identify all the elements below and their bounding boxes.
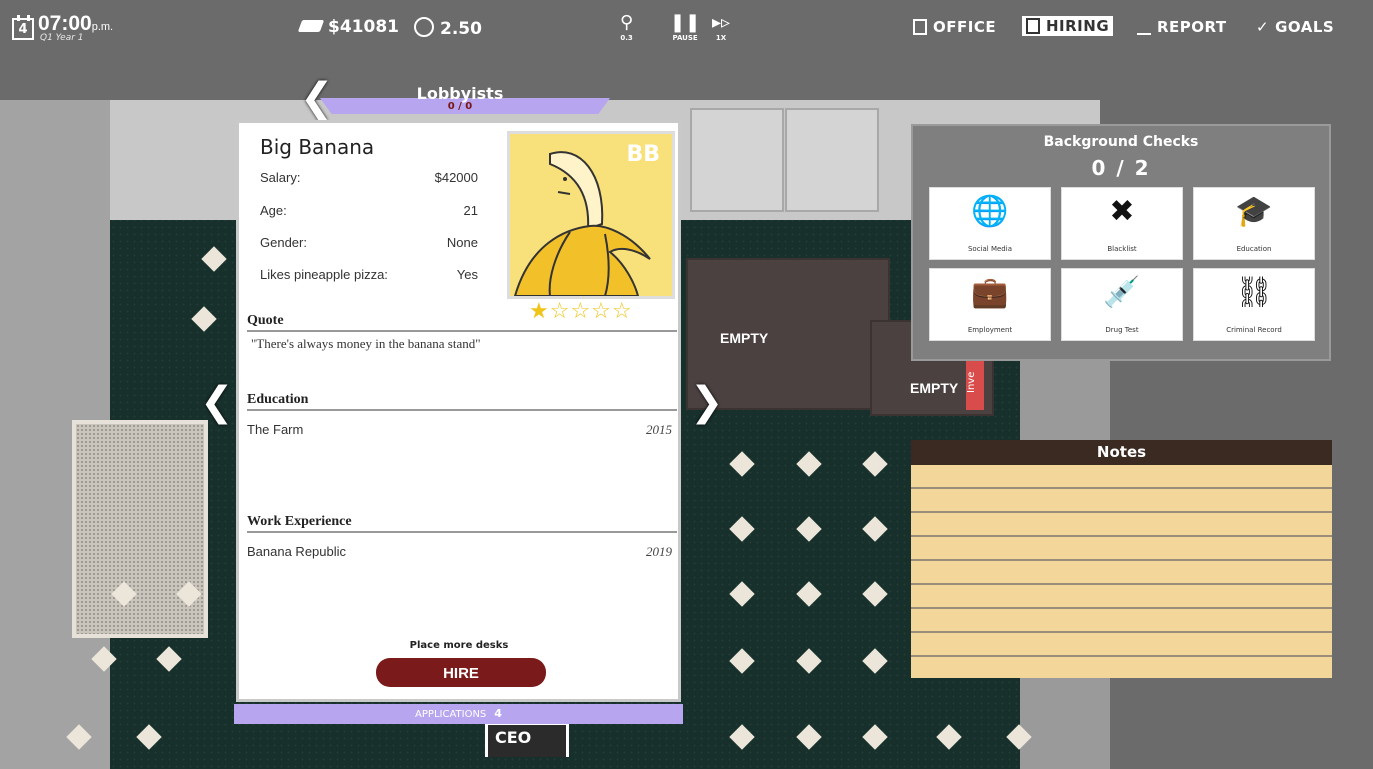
candidate-name: Big Banana (260, 135, 375, 159)
speed-label: 1X (715, 34, 727, 42)
pause-label: PAUSE (672, 34, 698, 42)
check-social-media[interactable]: 🌐 Social Media (929, 187, 1051, 260)
file-cabinet (785, 108, 879, 212)
department-tag: Inve (966, 355, 984, 410)
nav-report-label: REPORT (1157, 18, 1227, 36)
check-label: Blacklist (1107, 245, 1137, 253)
fast-forward-icon: ▸▹ (712, 12, 731, 33)
money-display: $41081 (297, 17, 399, 37)
check-label: Employment (967, 326, 1013, 334)
check-blacklist[interactable]: ✖ Blacklist (1061, 187, 1183, 260)
syringe-icon: 💉 (1103, 275, 1141, 310)
education-heading: Education (247, 392, 677, 411)
magnifier-icon: ⚲ (620, 12, 634, 33)
applications-label: APPLICATIONS (415, 709, 487, 720)
pause-icon: ❚❚ (670, 12, 701, 33)
nav-hiring[interactable]: HIRING (1022, 16, 1114, 36)
top-bar: 4 07:00p.m. Q1 Year 1 $41081 2.50 ⚲ 0.3 … (0, 0, 1373, 52)
background-checks-panel: Background Checks 0 / 2 🌐 Social Media ✖… (911, 124, 1331, 361)
blacklist-icon: ✖ (1109, 194, 1135, 229)
check-label: Social Media (967, 245, 1012, 253)
briefcase-icon: 💼 (971, 275, 1009, 310)
candidate-card: Big Banana Salary: $42000 Age: 21 Gender… (236, 120, 681, 702)
salary-label: Salary: (260, 170, 301, 185)
money-value: $41081 (328, 17, 399, 37)
age-value: 21 (463, 203, 478, 218)
zoom-button[interactable]: ⚲ 0.3 (620, 12, 633, 42)
work-year: 2019 (646, 544, 672, 559)
nav-report[interactable]: REPORT (1137, 18, 1227, 36)
work-heading: Work Experience (247, 514, 677, 533)
check-criminal-record[interactable]: ⛓ Criminal Record (1193, 268, 1315, 341)
ceo-label: CEO (495, 728, 532, 747)
cash-icon (297, 20, 325, 32)
checks-count: 0 / 2 (1091, 156, 1151, 180)
happiness-display: 2.50 (414, 17, 482, 39)
applications-count: 4 (494, 707, 502, 720)
calendar-icon: 4 (12, 15, 34, 40)
desk-status-label: EMPTY (910, 380, 959, 396)
salary-value: $42000 (434, 170, 478, 185)
document-icon (1026, 18, 1040, 34)
smiley-icon (414, 17, 434, 37)
nav-goals-label: GOALS (1275, 18, 1335, 36)
pizza-value: Yes (456, 267, 478, 282)
pizza-label: Likes pineapple pizza: (260, 267, 388, 282)
clock-ampm: p.m. (91, 21, 114, 33)
candidate-portrait: BB (507, 131, 675, 299)
globe-cursor-icon: 🌐 (971, 194, 1009, 229)
next-candidate-arrow[interactable]: ❯ (690, 382, 724, 422)
gender-label: Gender: (260, 235, 307, 250)
check-label: Drug Test (1105, 326, 1139, 334)
quarter-label: Q1 Year 1 (40, 33, 84, 43)
nav-hiring-label: HIRING (1046, 17, 1110, 35)
bar-chart-icon (1137, 19, 1151, 35)
office-building-icon (913, 19, 927, 35)
speed-button[interactable]: ▸▹ 1X (712, 12, 730, 42)
work-name: Banana Republic (247, 544, 347, 559)
notes-title: Notes (911, 440, 1332, 465)
check-education[interactable]: 🎓 Education (1193, 187, 1315, 260)
prev-category-arrow[interactable]: ❮ (300, 78, 334, 118)
zoom-value: 0.3 (620, 34, 633, 42)
category-count: 0 / 0 (447, 101, 473, 112)
desk-status-label: EMPTY (720, 330, 769, 346)
notes-panel: Notes (911, 440, 1332, 678)
hire-button[interactable]: HIRE (376, 658, 546, 687)
graduation-cap-icon: 🎓 (1235, 194, 1273, 229)
happiness-value: 2.50 (440, 19, 482, 39)
nav-office[interactable]: OFFICE (913, 18, 996, 36)
check-drug-test[interactable]: 💉 Drug Test (1061, 268, 1183, 341)
handcuffs-icon: ⛓ (1234, 275, 1274, 310)
check-label: Education (1236, 245, 1272, 253)
prev-candidate-arrow[interactable]: ❮ (200, 382, 234, 422)
pause-button[interactable]: ❚❚ PAUSE (670, 12, 700, 42)
quote-heading: Quote (247, 313, 677, 332)
checks-title: Background Checks (1043, 134, 1199, 150)
nav-goals[interactable]: ✓ GOALS (1256, 18, 1334, 36)
candidate-quote: "There's always money in the banana stan… (251, 336, 481, 351)
check-label: Criminal Record (1226, 326, 1282, 334)
age-label: Age: (260, 203, 287, 218)
notes-area[interactable] (911, 465, 1332, 678)
candidate-initials: BB (626, 142, 660, 167)
applications-bar[interactable]: APPLICATIONS 4 (234, 704, 683, 724)
file-cabinet (690, 108, 784, 212)
education-year: 2015 (646, 422, 672, 437)
gender-value: None (446, 235, 478, 250)
nav-office-label: OFFICE (933, 18, 997, 36)
check-employment[interactable]: 💼 Employment (929, 268, 1051, 341)
clock-time: 07:00 (38, 12, 92, 35)
checkmark-icon: ✓ (1256, 18, 1270, 36)
place-desks-note: Place more desks (409, 640, 509, 651)
education-name: The Farm (247, 422, 304, 437)
